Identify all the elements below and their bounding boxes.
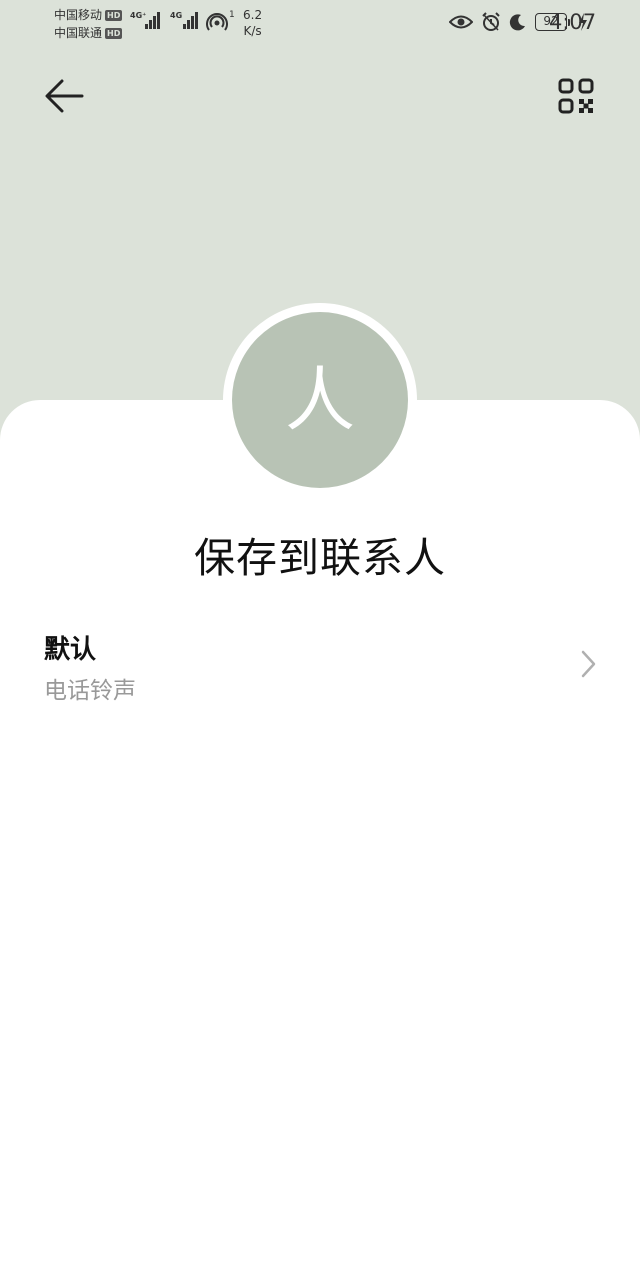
- clock: 4:07: [549, 10, 597, 34]
- carrier-info: 中国移动 HD 中国联通 HD: [54, 6, 123, 42]
- speed-unit: K/s: [243, 24, 262, 38]
- speed-value: 6.2: [243, 8, 263, 22]
- eye-icon: [449, 15, 473, 29]
- network-type-1: 4G⁺: [130, 11, 147, 20]
- moon-icon: [509, 14, 525, 31]
- arrow-left-icon: [45, 79, 84, 113]
- network-speed: 6.2 K/s: [243, 7, 262, 39]
- ringtone-value: 默认: [44, 635, 97, 665]
- hd-badge: HD: [105, 27, 123, 39]
- avatar[interactable]: 人: [232, 312, 408, 488]
- ringtone-label: 电话铃声: [44, 678, 136, 704]
- ringtone-setting-row[interactable]: 默认 电话铃声: [0, 615, 640, 715]
- alarm-icon: [482, 12, 500, 31]
- qr-code-button[interactable]: [552, 72, 600, 120]
- signal-1-icon: [145, 12, 160, 29]
- status-bar: 中国移动 HD 中国联通 HD 4G⁺ 4G 1 6.2 K/s 92 4:07: [0, 0, 640, 48]
- save-to-contacts[interactable]: 保存到联系人: [0, 524, 640, 584]
- back-button[interactable]: [40, 72, 88, 120]
- carrier-2-name: 中国联通: [54, 26, 103, 40]
- hd-badge: HD: [105, 9, 123, 21]
- carrier-1-name: 中国移动: [54, 8, 103, 22]
- person-icon: 人: [285, 359, 355, 441]
- signal-2-icon: [183, 12, 198, 29]
- chevron-right-icon: [581, 650, 596, 678]
- network-type-2: 4G: [170, 11, 183, 20]
- hotspot-icon: [206, 13, 228, 31]
- hotspot-count: 1: [229, 10, 235, 20]
- qr-code-icon: [558, 78, 594, 114]
